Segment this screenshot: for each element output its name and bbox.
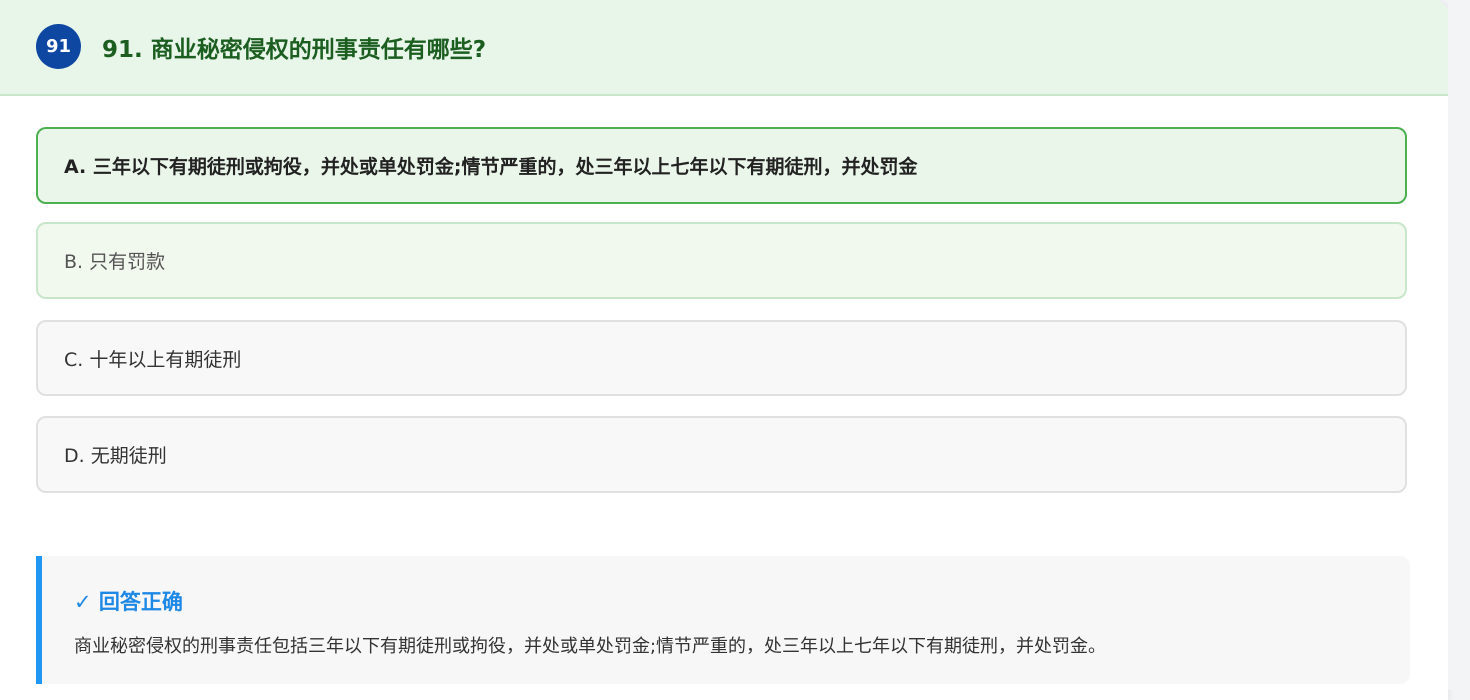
option-d[interactable]: D. 无期徒刑 <box>36 416 1407 493</box>
answer-feedback: ✓ 回答正确 商业秘密侵权的刑事责任包括三年以下有期徒刑或拘役，并处或单处罚金;… <box>36 556 1410 684</box>
question-header: 91 91. 商业秘密侵权的刑事责任有哪些? <box>0 0 1448 96</box>
feedback-explanation: 商业秘密侵权的刑事责任包括三年以下有期徒刑或拘役，并处或单处罚金;情节严重的，处… <box>74 636 1107 657</box>
option-a[interactable]: A. 三年以下有期徒刑或拘役，并处或单处罚金;情节严重的，处三年以上七年以下有期… <box>36 127 1407 204</box>
option-b[interactable]: B. 只有罚款 <box>36 222 1407 299</box>
question-card: 91 91. 商业秘密侵权的刑事责任有哪些? A. 三年以下有期徒刑或拘役，并处… <box>0 0 1448 700</box>
feedback-title: ✓ 回答正确 <box>74 590 183 614</box>
page-background-strip <box>1448 0 1470 690</box>
question-number-badge: 91 <box>36 24 81 69</box>
option-c[interactable]: C. 十年以上有期徒刑 <box>36 320 1407 396</box>
question-title: 91. 商业秘密侵权的刑事责任有哪些? <box>102 37 487 63</box>
